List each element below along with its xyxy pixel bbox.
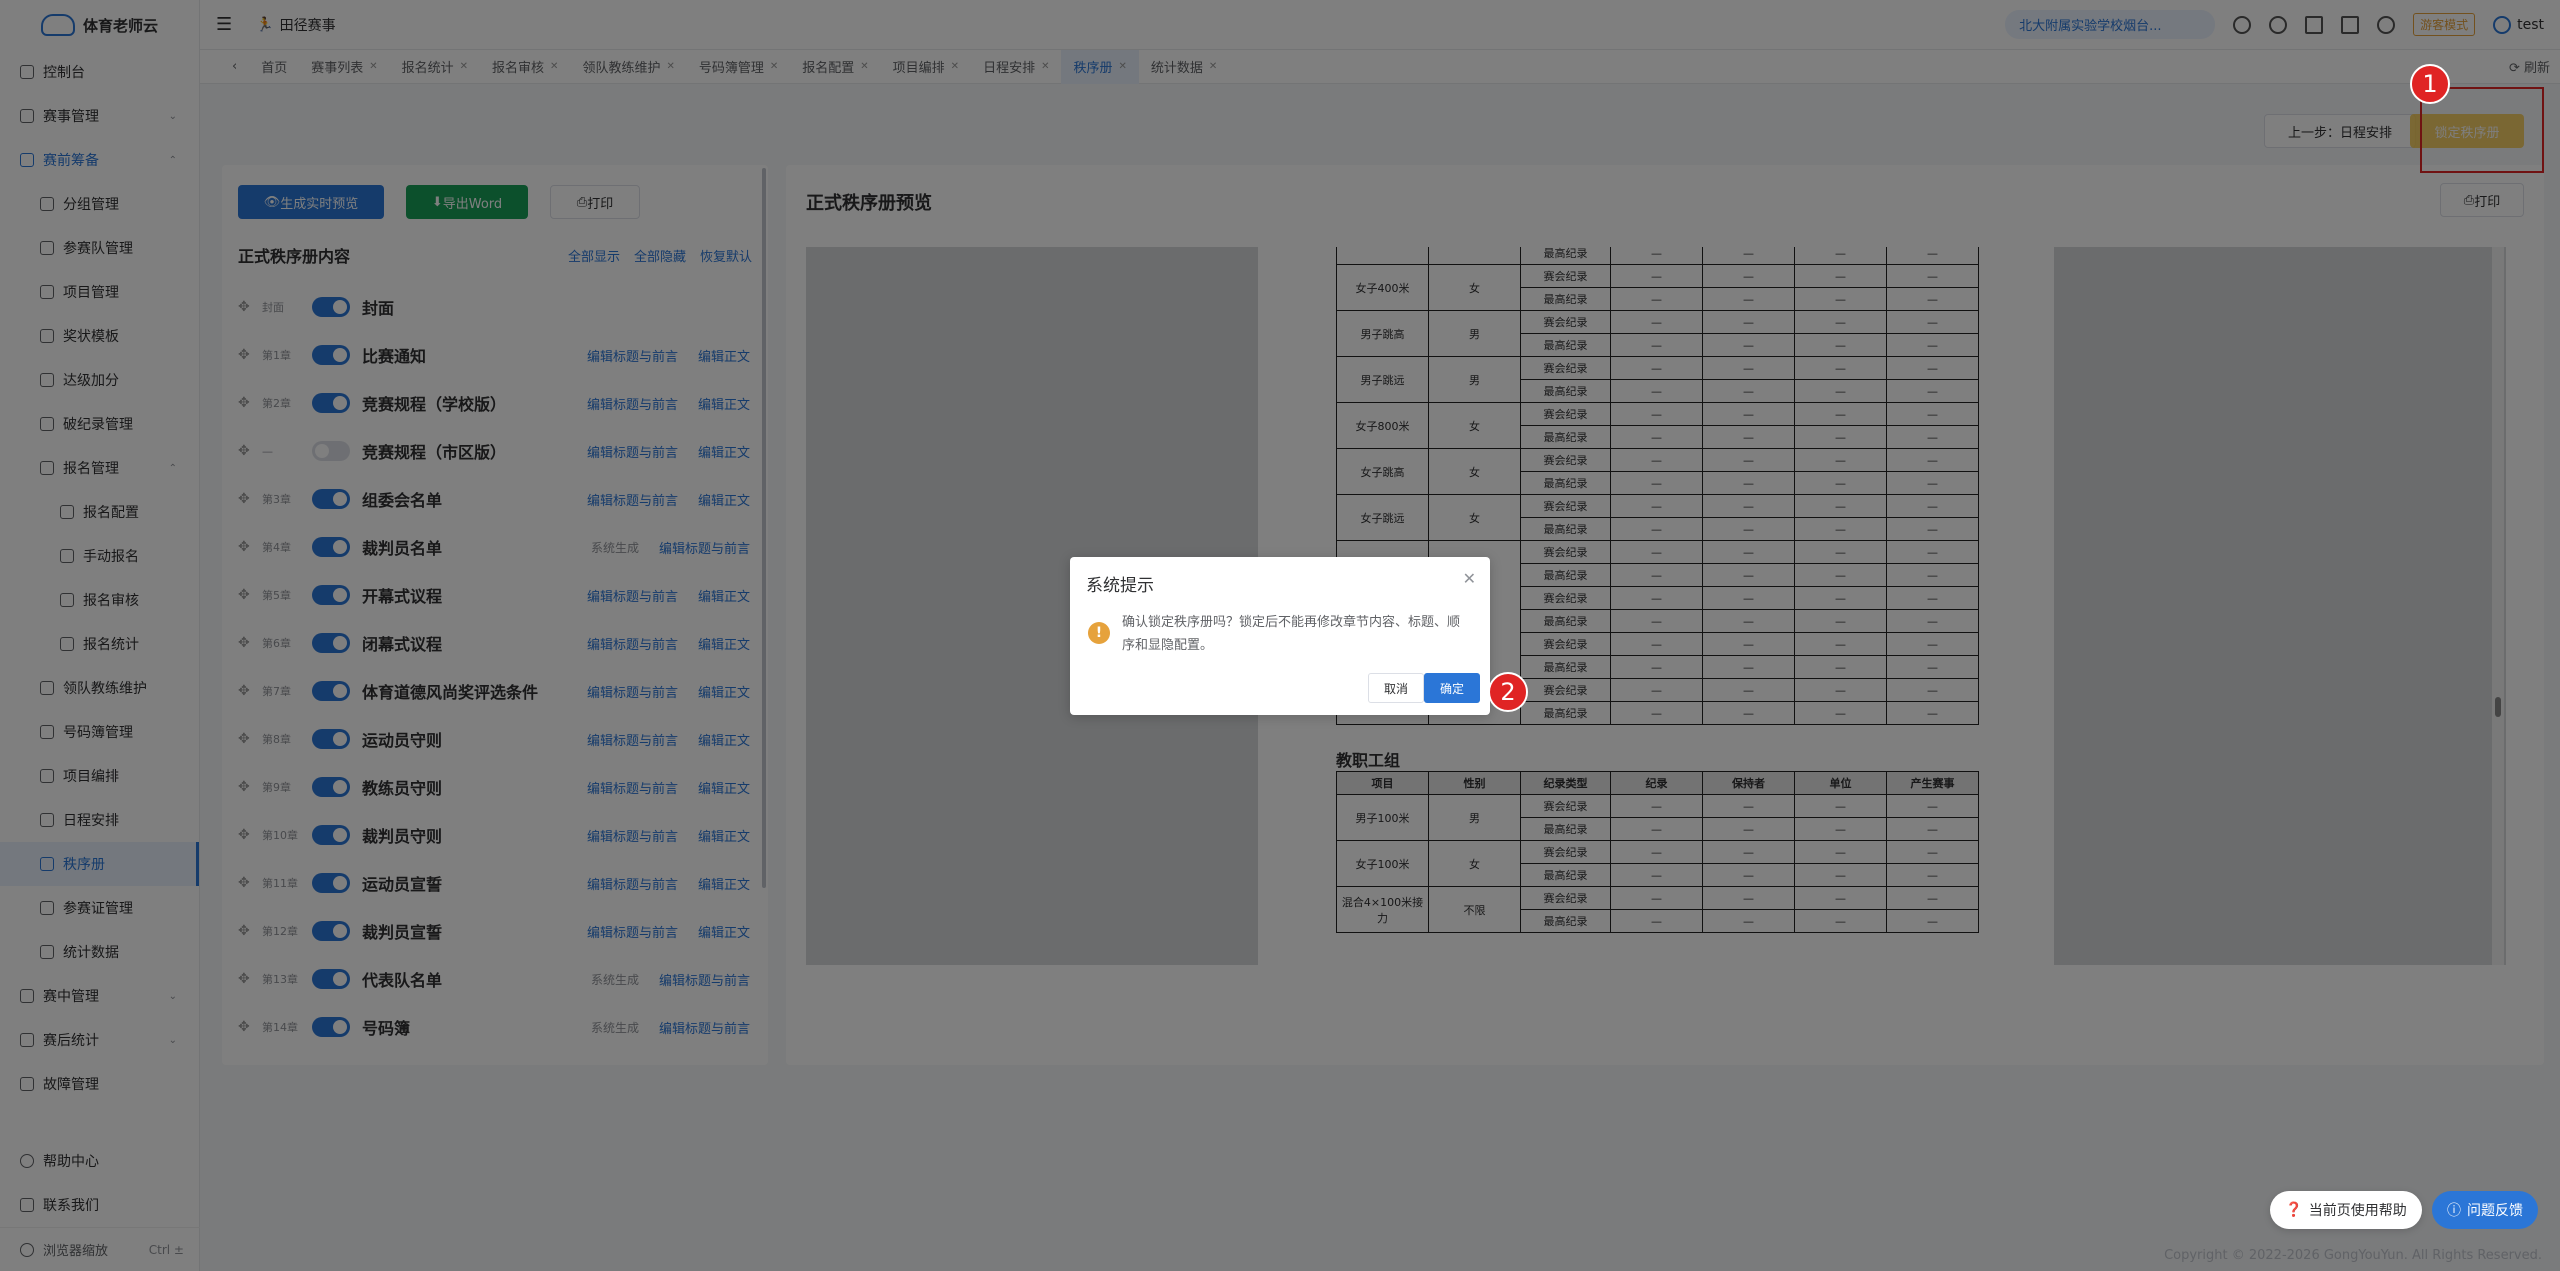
confirm-button[interactable]: 确定 — [1424, 673, 1480, 703]
dialog-title: 系统提示 — [1086, 576, 1154, 596]
footer-copyright: Copyright © 2022-2026 GongYouYun. All Ri… — [2164, 1248, 2542, 1263]
warning-icon: ! — [1088, 622, 1110, 644]
annotation-badge-1: 1 — [2410, 64, 2450, 104]
cancel-button[interactable]: 取消 — [1368, 673, 1424, 703]
confirm-dialog: 系统提示 ✕ ! 确认锁定秩序册吗？锁定后不能再修改章节内容、标题、顺序和显隐配… — [1070, 557, 1490, 715]
page-help-button[interactable]: ❓ 当前页使用帮助 — [2270, 1191, 2422, 1229]
feedback-button[interactable]: ⓘ 问题反馈 — [2432, 1191, 2538, 1229]
close-icon[interactable]: ✕ — [1463, 569, 1476, 588]
dialog-message: 确认锁定秩序册吗？锁定后不能再修改章节内容、标题、顺序和显隐配置。 — [1122, 615, 1461, 653]
annotation-badge-2: 2 — [1488, 672, 1528, 712]
